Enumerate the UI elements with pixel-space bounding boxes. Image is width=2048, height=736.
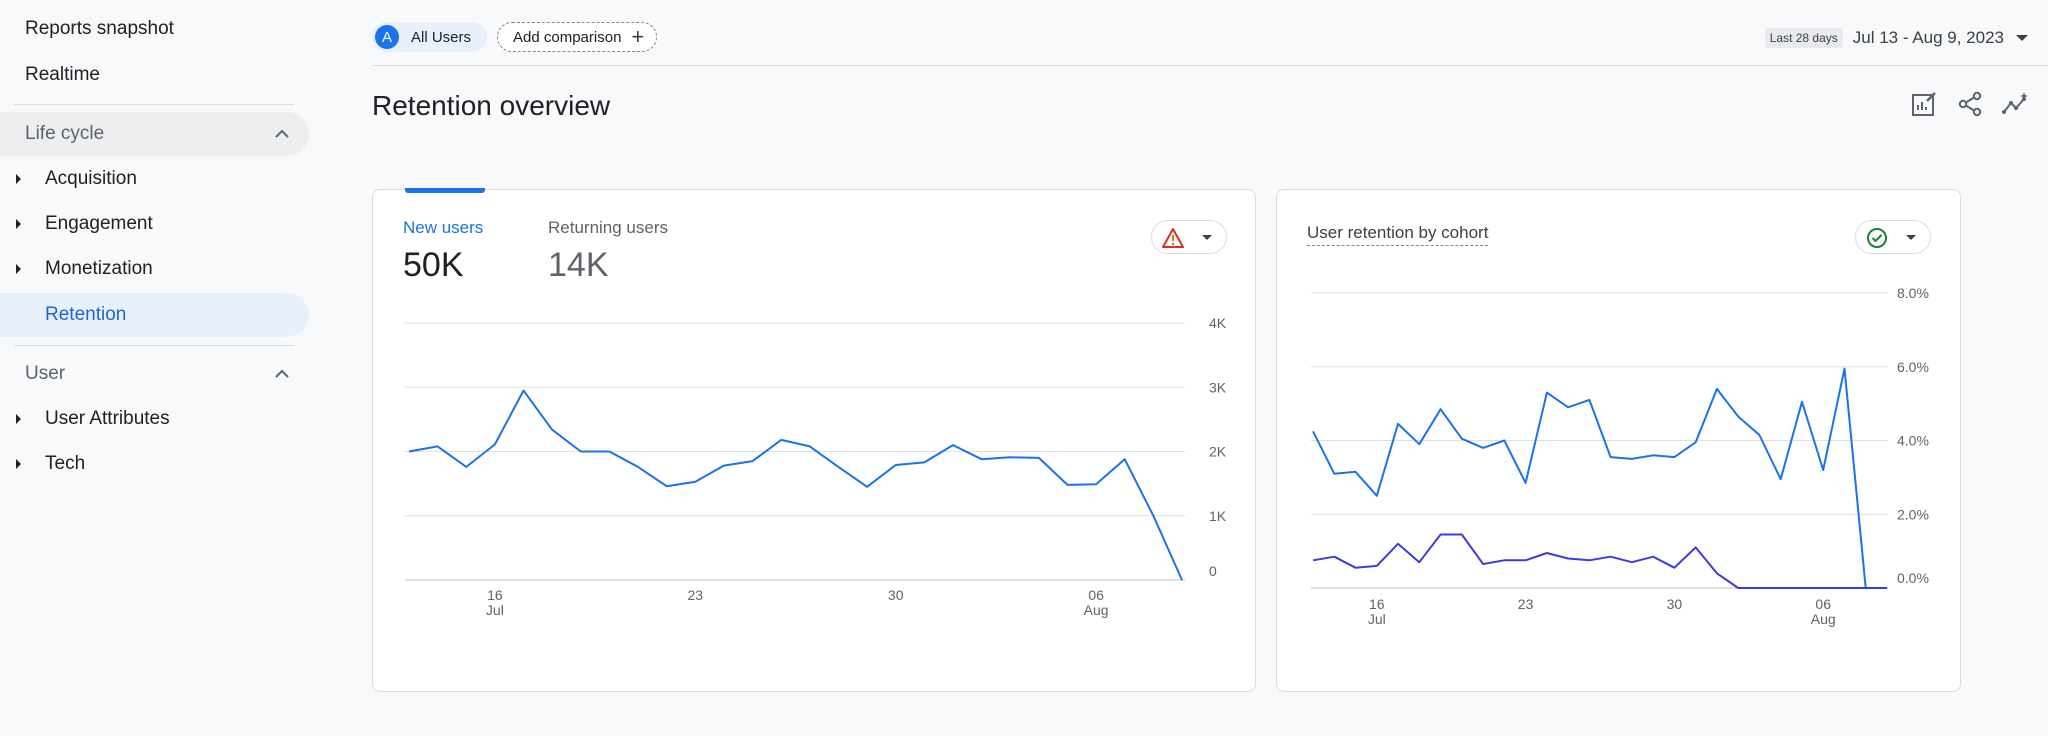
edit-report-icon[interactable]	[1910, 90, 1938, 118]
sidebar-item-label: Engagement	[45, 213, 153, 234]
y-tick-label: 1K	[1209, 508, 1227, 524]
x-tick-label: 23	[688, 587, 704, 603]
x-tick-label: 16	[1369, 596, 1385, 612]
x-tick-label: 06	[1088, 587, 1104, 603]
section-user-label: User	[25, 363, 66, 384]
y-tick-label: 6.0%	[1897, 359, 1929, 375]
caret-right-icon	[16, 174, 21, 184]
segment-label: All Users	[411, 28, 472, 46]
add-comparison-label: Add comparison	[513, 28, 622, 46]
sidebar-item-label: Acquisition	[45, 168, 137, 189]
section-lifecycle[interactable]: Life cycle	[0, 112, 309, 156]
sidebar-item-engagement[interactable]: Engagement	[0, 202, 309, 246]
y-tick-label: 4K	[1209, 315, 1227, 331]
x-tick-label: 30	[888, 587, 904, 603]
new-vs-returning-card: New users 50K Returning users 14K 0 1K 2K 3…	[372, 188, 1256, 692]
retention-by-cohort-card: User retention by cohort 0.0% 2.0% 4.0% 6.0…	[1276, 189, 1961, 692]
caret-right-icon	[16, 459, 21, 469]
sidebar-item-label: Retention	[45, 304, 127, 325]
y-tick-label: 8.0%	[1897, 285, 1929, 301]
y-tick-label: 4.0%	[1897, 433, 1929, 449]
new-users-chart: 0 1K 2K 3K 4K 16Jul 23 30 06Aug	[405, 315, 1227, 618]
share-icon[interactable]	[1956, 90, 1984, 118]
sidebar-divider	[14, 345, 294, 346]
sidebar-item-monetization[interactable]: Monetization	[0, 247, 309, 291]
x-tick-label: 06	[1815, 596, 1831, 612]
comparison-bar: A All Users Add comparison +	[372, 22, 658, 52]
sidebar-item-label: User Attributes	[45, 408, 170, 429]
date-range-text: Jul 13 - Aug 9, 2023	[1852, 28, 2004, 47]
cohort-retention-chart: 0.0% 2.0% 4.0% 6.0% 8.0% 16Jul 23 30 06Aug	[1311, 285, 1929, 627]
sidebar-divider	[14, 104, 294, 105]
y-tick-label: 2K	[1209, 444, 1227, 460]
chevron-up-icon	[275, 369, 289, 378]
dropdown-arrow-icon	[2016, 35, 2028, 41]
caret-right-icon	[16, 414, 21, 424]
page-title: Retention overview	[372, 90, 611, 121]
segment-chip-all-users[interactable]: A All Users	[372, 22, 488, 52]
plus-icon: +	[631, 24, 645, 49]
caret-right-icon	[16, 219, 21, 229]
report-actions	[1910, 90, 2030, 118]
insights-icon[interactable]	[2002, 90, 2030, 118]
header-divider	[372, 65, 2048, 66]
y-tick-label: 2.0%	[1897, 506, 1929, 522]
x-tick-label: 23	[1518, 596, 1534, 612]
sidebar-item-retention[interactable]: Retention	[0, 293, 309, 337]
sidebar-item-acquisition[interactable]: Acquisition	[0, 157, 309, 201]
series-line	[1312, 367, 1887, 589]
sidebar-item-user-attributes[interactable]: User Attributes	[0, 397, 309, 441]
sidebar: Reports snapshot Realtime Life cycle Acq…	[0, 0, 320, 736]
x-tick-sublabel: Jul	[486, 602, 504, 618]
y-tick-label: 0.0%	[1897, 570, 1929, 586]
series-line	[408, 389, 1183, 581]
add-comparison-button[interactable]: Add comparison +	[497, 22, 658, 52]
section-user[interactable]: User	[0, 352, 309, 396]
chevron-up-icon	[275, 129, 289, 138]
section-lifecycle-label: Life cycle	[25, 123, 105, 144]
sidebar-item-label: Monetization	[45, 258, 153, 279]
series-line	[1312, 533, 1887, 589]
sidebar-item-tech[interactable]: Tech	[0, 442, 309, 486]
x-tick-sublabel: Jul	[1368, 611, 1386, 627]
date-range-picker[interactable]: Last 28 days Jul 13 - Aug 9, 2023	[1764, 28, 2028, 48]
nav-reports-snapshot[interactable]: Reports snapshot	[25, 18, 174, 40]
x-tick-sublabel: Aug	[1084, 602, 1109, 618]
nav-realtime[interactable]: Realtime	[25, 64, 100, 86]
x-tick-label: 16	[487, 587, 503, 603]
x-tick-label: 30	[1667, 596, 1683, 612]
y-tick-label: 0	[1209, 563, 1217, 579]
y-tick-label: 3K	[1209, 379, 1227, 395]
x-tick-sublabel: Aug	[1811, 611, 1836, 627]
date-range-badge: Last 28 days	[1764, 28, 1843, 48]
sidebar-item-label: Tech	[45, 453, 86, 474]
caret-right-icon	[16, 264, 21, 274]
segment-avatar: A	[375, 25, 399, 49]
